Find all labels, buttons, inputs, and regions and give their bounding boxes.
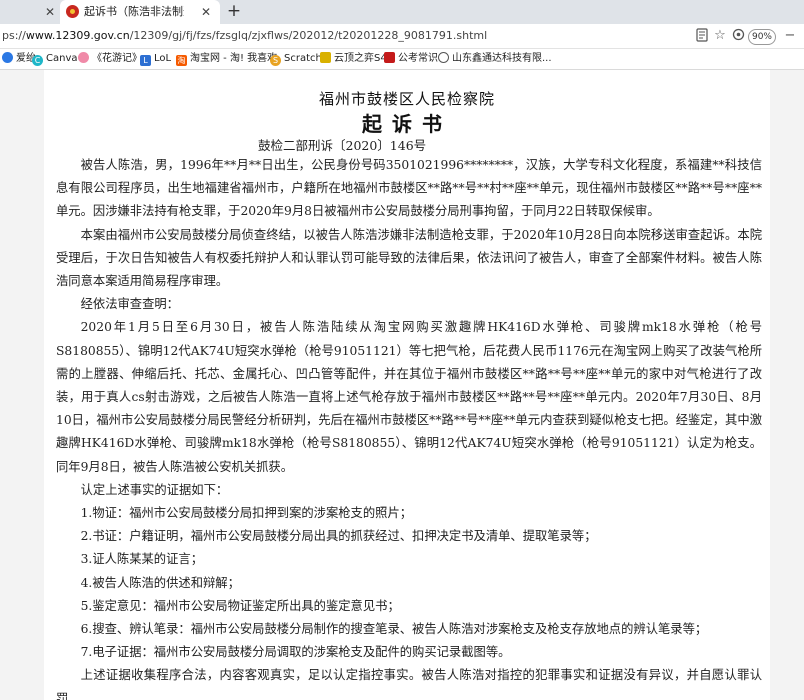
taobao-icon: 淘 (176, 55, 187, 66)
evidence-item: 1.物证：福州市公安局鼓楼分局扣押到案的涉案枪支的照片； (80, 506, 413, 521)
document-body: 被告人陈浩，男，1996年**月**日出生，公民身份号码3501021996**… (56, 154, 762, 700)
address-bar: ps://www.12309.gov.cn/12309/gj/fj/fzs/fz… (0, 24, 804, 49)
bookmark-item[interactable]: 淘淘宝网 - 淘! 我喜欢 (176, 49, 277, 69)
close-icon[interactable]: ✕ (44, 0, 56, 24)
url-path: /12309/gj/fj/fzs/fzsglq/zjxflws/202012/t… (129, 29, 488, 42)
paragraph-evidence-heading: 认定上述事实的证据如下： (80, 482, 229, 497)
globe-icon (438, 52, 449, 63)
site-icon (78, 52, 89, 63)
evidence-item: 5.鉴定意见：福州市公安局物证鉴定所出具的鉴定意见书； (80, 598, 400, 613)
new-tab-button[interactable]: + (224, 2, 244, 22)
bookmarks-bar: 爱绐 C Canva 《花游记》 L LoL 淘淘宝网 - 淘! 我喜欢 S Scra… (0, 49, 804, 70)
scratch-icon: S (270, 55, 281, 66)
canva-icon: C (32, 55, 43, 66)
site-icon (2, 52, 13, 63)
url-scheme: ps:// (2, 29, 26, 42)
paragraph-defendant-info: 被告人陈浩，男，1996年**月**日出生，公民身份号码3501021996**… (56, 158, 762, 219)
paragraph-evidence-conclusion: 上述证据收集程序合法，内容客观真实，足以认定指控事实。被告人陈浩对指控的犯罪事实… (56, 668, 762, 700)
bookmark-item[interactable]: 《花游记》 (78, 49, 142, 69)
evidence-item: 3.证人陈某某的证言； (80, 552, 203, 567)
paragraph-findings-heading: 经依法审查查明： (80, 297, 179, 312)
favorite-star-icon[interactable]: ☆ (712, 28, 728, 44)
site-icon (320, 52, 331, 63)
url-field[interactable]: ps://www.12309.gov.cn/12309/gj/fj/fzs/fz… (2, 24, 487, 48)
bookmark-item[interactable]: C Canva (32, 49, 78, 69)
lol-icon: L (140, 55, 151, 66)
reader-mode-icon[interactable] (694, 28, 710, 44)
zoom-out-icon[interactable]: − (782, 28, 798, 44)
bookmark-item[interactable]: S Scratch (270, 49, 322, 69)
bookmark-item[interactable]: 公考常识 (384, 49, 438, 69)
paragraph-case-procedure: 本案由福州市公安局鼓楼分局侦查终结，以被告人陈浩涉嫌非法制造枪支罪，于2020年… (56, 227, 762, 289)
evidence-item: 6.搜查、辨认笔录：福州市公安局鼓楼分局制作的搜查笔录、被告人陈浩对涉案枪支及枪… (80, 622, 708, 637)
tab-active[interactable]: 起诉书（陈浩非法制造枪支案） ✕ (60, 0, 220, 24)
bookmark-item[interactable]: 云顶之弈S4 (320, 49, 387, 69)
zoom-level[interactable]: 90% (748, 29, 776, 45)
indictment-document: 福州市鼓楼区人民检察院 起诉书 鼓检二部刑诉〔2020〕146号 被告人陈浩，男… (44, 70, 770, 700)
document-title: 起诉书 (362, 112, 452, 136)
url-host: www.12309.gov.cn (25, 29, 130, 42)
bookmark-item[interactable]: 山东鑫通达科技有限... (438, 49, 552, 69)
tab-strip: ✕ 起诉书（陈浩非法制造枪支案） ✕ + (0, 0, 804, 24)
page-viewport: 福州市鼓楼区人民检察院 起诉书 鼓检二部刑诉〔2020〕146号 被告人陈浩，男… (0, 70, 804, 700)
settings-icon[interactable] (730, 28, 746, 44)
close-icon[interactable]: ✕ (200, 0, 212, 24)
organization-name: 福州市鼓楼区人民检察院 (318, 90, 495, 108)
paragraph-facts: 2020年1月5日至6月30日，被告人陈浩陆续从淘宝网购买激趣牌HK416D水弹… (56, 320, 762, 474)
evidence-item: 4.被告人陈浩的供述和辩解； (80, 575, 240, 590)
site-icon (384, 52, 395, 63)
evidence-item: 2.书证：户籍证明，福州市公安局鼓楼分局出具的抓获经过、扣押决定书及清单、提取笔… (80, 529, 597, 544)
bookmark-item[interactable]: L LoL (140, 49, 171, 69)
tab-previous[interactable]: ✕ (0, 0, 58, 24)
case-number: 鼓检二部刑诉〔2020〕146号 (258, 138, 427, 153)
bookmark-item[interactable]: 爱绐 (2, 49, 36, 69)
procuratorate-emblem-icon (66, 5, 79, 18)
evidence-item: 7.电子证据：福州市公安局鼓楼分局调取的涉案枪支及配件的购买记录截图等。 (80, 645, 511, 660)
tab-title: 起诉书（陈浩非法制造枪支案） (84, 5, 184, 18)
